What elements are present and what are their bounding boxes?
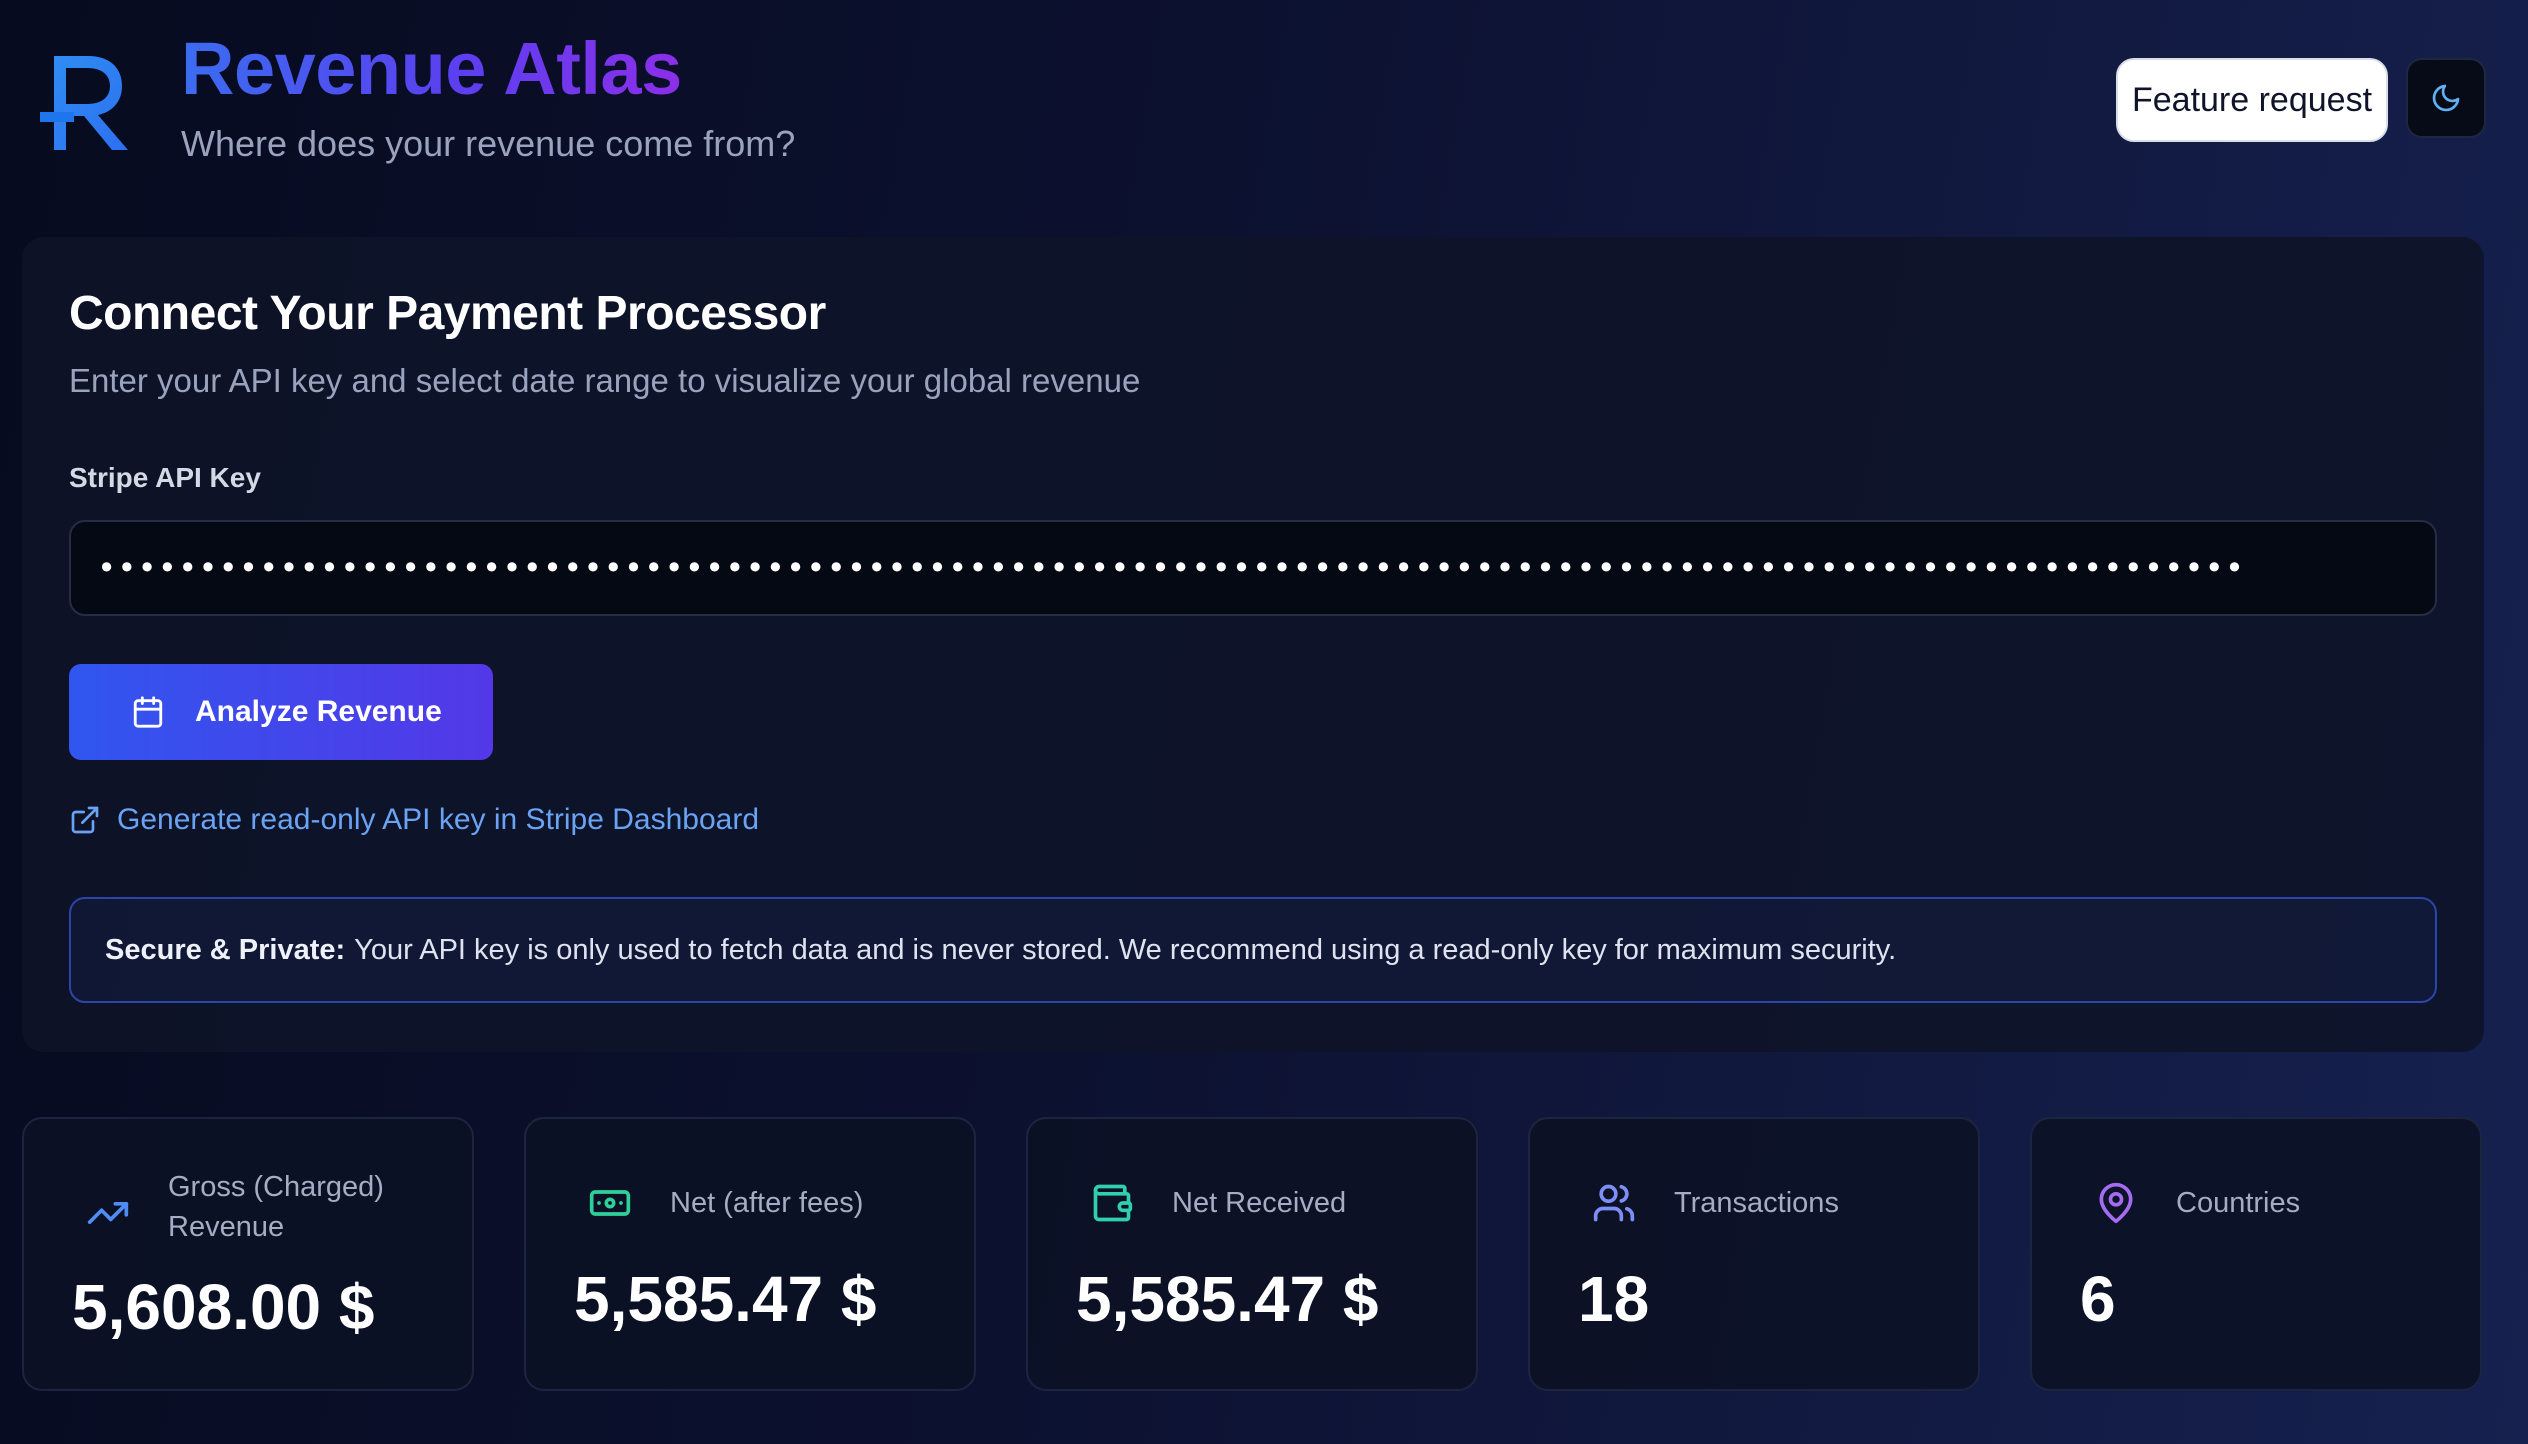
analyze-revenue-button[interactable]: Analyze Revenue xyxy=(69,664,493,760)
security-notice-text: Your API key is only used to fetch data … xyxy=(354,933,1897,966)
external-link-icon xyxy=(71,806,99,834)
api-key-label: Stripe API Key xyxy=(69,462,261,493)
users-icon xyxy=(1593,1184,1635,1222)
stat-value: 18 xyxy=(1578,1263,1650,1335)
analyze-revenue-label: Analyze Revenue xyxy=(195,695,442,728)
feature-request-button[interactable]: Feature request xyxy=(2116,58,2388,142)
card-subtitle: Enter your API key and select date range… xyxy=(69,362,1141,399)
stat-value: 6 xyxy=(2080,1263,2116,1335)
stat-value: 5,585.47 $ xyxy=(1076,1263,1379,1335)
stat-label: Gross (Charged) Revenue xyxy=(168,1171,384,1243)
card-title: Connect Your Payment Processor xyxy=(69,287,826,340)
generate-api-key-link[interactable]: Generate read-only API key in Stripe Das… xyxy=(69,802,759,838)
stat-value: 5,608.00 $ xyxy=(72,1271,375,1343)
map-pin-icon xyxy=(2099,1182,2133,1224)
security-notice-title: Secure & Private: xyxy=(105,933,346,966)
moon-icon xyxy=(2432,84,2460,112)
wallet-icon xyxy=(1093,1184,1133,1222)
revenue-atlas-logo-icon xyxy=(40,56,128,150)
stat-label: Countries xyxy=(2176,1187,2301,1219)
banknote-icon xyxy=(589,1190,631,1216)
stat-card-transactions: Transactions 18 xyxy=(1528,1117,1980,1391)
stat-value: 5,585.47 $ xyxy=(574,1263,877,1335)
calendar-icon xyxy=(133,696,163,728)
app-header: Revenue Atlas Where does your revenue co… xyxy=(0,0,2528,200)
stat-label: Net (after fees) xyxy=(670,1187,864,1219)
app-title: Revenue Atlas xyxy=(181,27,682,110)
app-subtitle: Where does your revenue come from? xyxy=(181,123,796,164)
trending-up-icon xyxy=(87,1202,129,1224)
stat-card-net-received: Net Received 5,585.47 $ xyxy=(1026,1117,1478,1391)
security-notice: Secure & Private: Your API key is only u… xyxy=(69,897,2437,1003)
stat-card-countries: Countries 6 xyxy=(2030,1117,2482,1391)
stat-label: Transactions xyxy=(1674,1187,1839,1219)
stat-card-gross-revenue: Gross (Charged) Revenue 5,608.00 $ xyxy=(22,1117,474,1391)
generate-api-key-label: Generate read-only API key in Stripe Das… xyxy=(117,803,760,836)
connect-processor-card: Connect Your Payment Processor Enter you… xyxy=(22,237,2484,1052)
feature-request-label: Feature request xyxy=(2131,80,2373,119)
stat-label: Net Received xyxy=(1172,1187,1347,1219)
stat-card-net-after-fees: Net (after fees) 5,585.47 $ xyxy=(524,1117,976,1391)
api-key-input[interactable] xyxy=(69,520,2437,616)
theme-toggle-button[interactable] xyxy=(2406,58,2486,138)
